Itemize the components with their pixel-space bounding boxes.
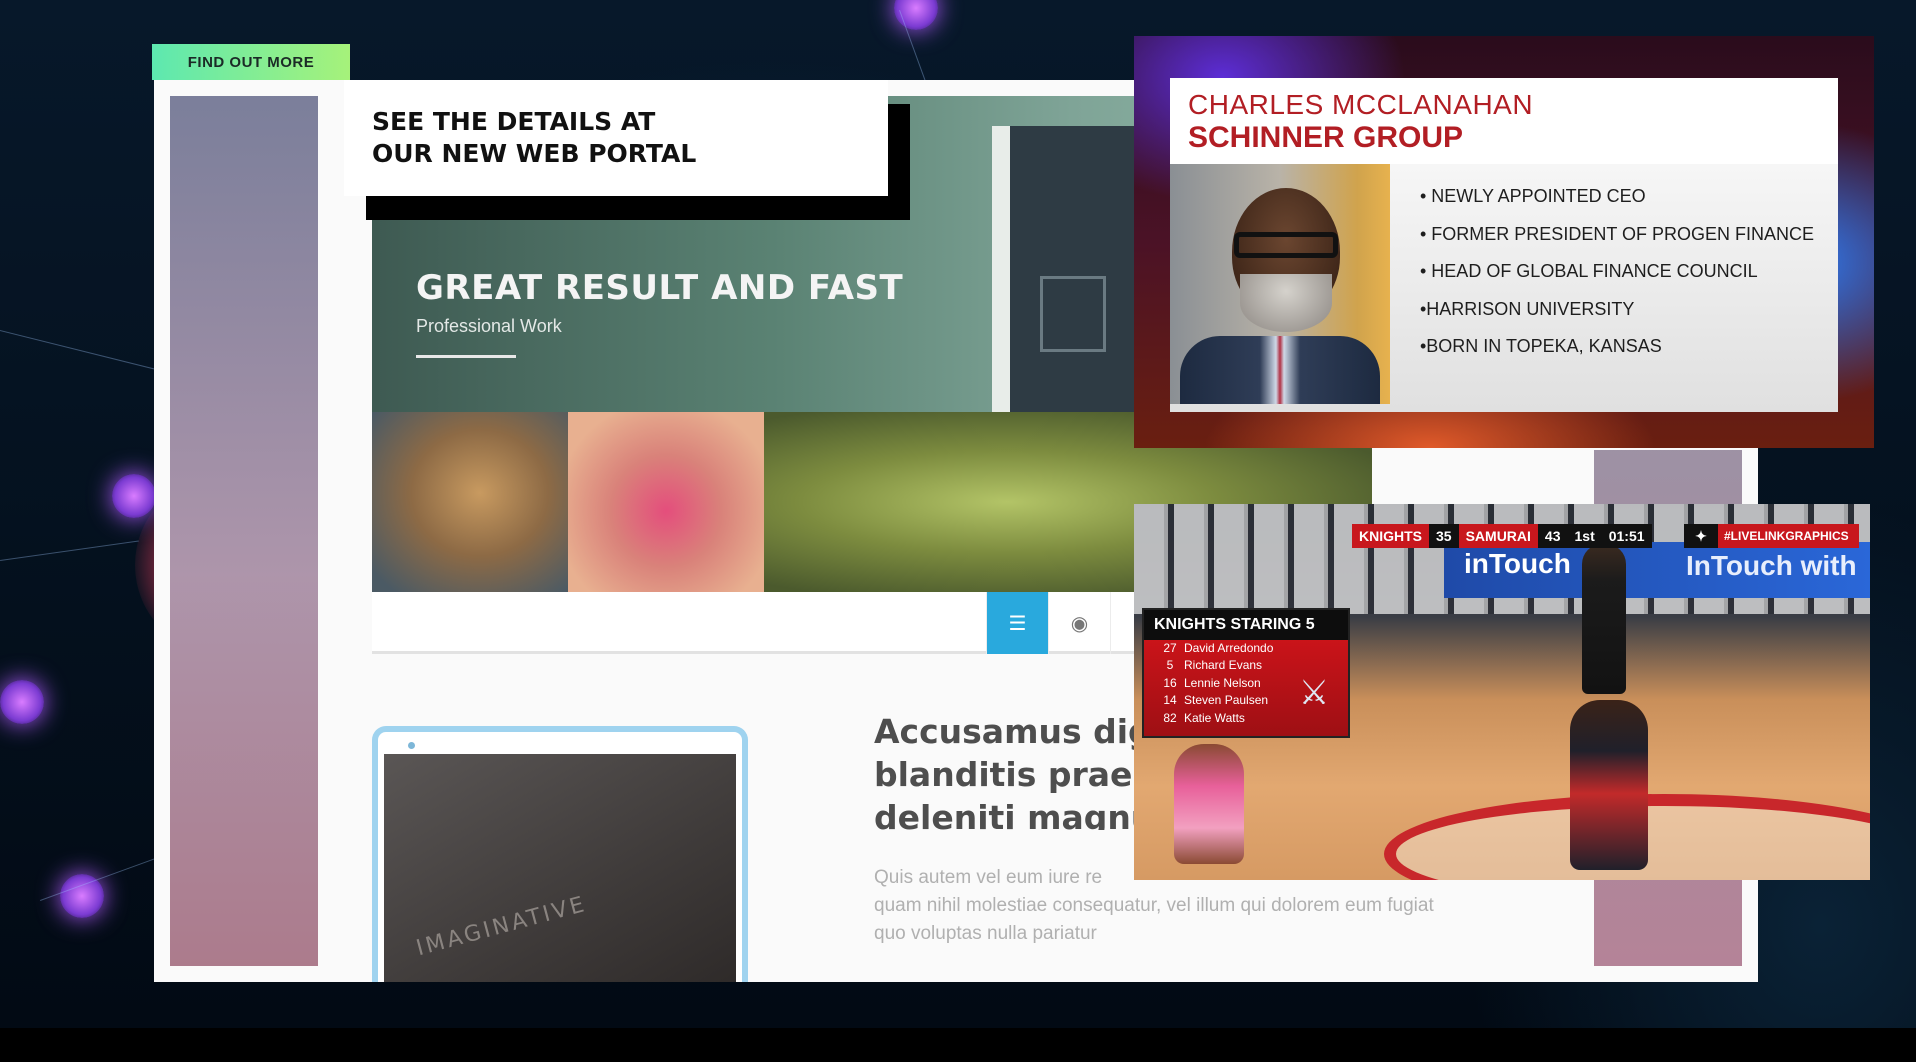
callout-line-1: SEE THE DETAILS AT	[372, 107, 656, 136]
roster-number: 5	[1166, 658, 1174, 673]
roster-number: 14	[1163, 693, 1177, 708]
laptop-screen-text: IMAGINATIVE	[413, 891, 590, 962]
player-pink-figure	[1174, 744, 1244, 864]
hero-door-image	[992, 126, 1152, 430]
network-line	[0, 540, 139, 561]
bottom-letterbox	[0, 1028, 1916, 1062]
hero-title: GREAT RESULT AND FAST	[416, 268, 904, 308]
scorebug: KNIGHTS 35 SAMURAI 43 1st 01:51	[1352, 524, 1652, 548]
laptop-screen: IMAGINATIVE	[384, 754, 736, 982]
hero-divider	[416, 355, 516, 358]
portal-left-stripe	[170, 96, 318, 966]
bio-bullet: • NEWLY APPOINTED CEO	[1420, 186, 1646, 206]
bio-bullet: • FORMER PRESIDENT OF PROGEN FINANCE	[1420, 223, 1815, 244]
bio-bullet: •BORN IN TOPEKA, KANSAS	[1420, 336, 1662, 356]
knights-logo-icon: ⚔	[1298, 674, 1330, 712]
score-period: 1st	[1567, 524, 1602, 548]
thumbnail-dog[interactable]	[372, 412, 568, 592]
roster-player-name: Steven Paulsen	[1184, 693, 1269, 708]
bio-bullet: • HEAD OF GLOBAL FINANCE COUNCIL	[1420, 261, 1758, 281]
thumbnail-cupcake[interactable]	[568, 412, 764, 592]
network-node-icon	[60, 874, 104, 918]
score-team-1: KNIGHTS	[1359, 528, 1422, 544]
hero-subtitle: Professional Work	[416, 316, 562, 336]
score-clock: 01:51	[1601, 524, 1652, 548]
portrait-glasses	[1234, 232, 1338, 258]
laptop-camera	[408, 742, 415, 749]
portrait-beard	[1240, 274, 1332, 332]
person-portrait	[1170, 164, 1390, 404]
roster-number: 82	[1163, 710, 1177, 725]
network-node-icon	[112, 474, 156, 518]
roster-player-name: Lennie Nelson	[1184, 675, 1261, 690]
hashtag-text: #LIVELINKGRAPHICS	[1724, 529, 1849, 543]
callout-line-2: OUR NEW WEB PORTAL	[372, 139, 697, 168]
roster-player-name: David Arredondo	[1184, 641, 1274, 655]
referee-figure	[1582, 544, 1626, 694]
hashtag-bug: ✦ #LIVELINKGRAPHICS	[1684, 524, 1859, 548]
bio-bullet: •HARRISON UNIVERSITY	[1420, 298, 1635, 319]
lower-third-header: CHARLES MCCLANAHAN SCHINNER GROUP	[1170, 78, 1838, 164]
roster-title: KNIGHTS STARING 5	[1144, 610, 1348, 640]
starting-five-panel: KNIGHTS STARING 5 27 David Arredondo 5 R…	[1142, 608, 1350, 738]
portrait-suit	[1180, 336, 1380, 404]
eye-icon[interactable]: ◉	[1048, 592, 1110, 654]
basketball-broadcast: inTouch InTouch with KNIGHTS 35 SAMURAI …	[1134, 504, 1870, 880]
network-node-icon	[0, 680, 44, 724]
portal-callout: SEE THE DETAILS AT OUR NEW WEB PORTAL	[344, 80, 888, 196]
roster-number: 27	[1163, 641, 1177, 655]
roster-player-name: Richard Evans	[1184, 658, 1263, 673]
player-dribbling-figure	[1570, 700, 1648, 870]
sliders-icon[interactable]: ☰	[986, 592, 1048, 654]
twitter-bird-icon: ✦	[1684, 524, 1718, 548]
roster-player-name: Katie Watts	[1184, 710, 1245, 725]
bio-bullet-list: • NEWLY APPOINTED CEO • FORMER PRESIDENT…	[1420, 178, 1814, 366]
person-organization: SCHINNER GROUP	[1188, 121, 1464, 154]
score-value-2: 43	[1537, 524, 1568, 548]
roster-row: 27 David Arredondo	[1144, 640, 1348, 657]
ad-board-text-1: inTouch	[1464, 548, 1571, 579]
person-name: CHARLES MCCLANAHAN	[1188, 89, 1534, 120]
score-value-1: 35	[1429, 524, 1459, 548]
lower-third-body: • NEWLY APPOINTED CEO • FORMER PRESIDENT…	[1170, 164, 1838, 412]
laptop-mockup: IMAGINATIVE	[372, 726, 748, 982]
roster-number: 16	[1163, 675, 1177, 690]
score-team-2: SAMURAI	[1465, 528, 1531, 544]
find-out-more-button[interactable]: FIND OUT MORE	[152, 44, 350, 80]
ad-board-text-2: InTouch with	[1686, 550, 1857, 581]
lower-third-card: CHARLES MCCLANAHAN SCHINNER GROUP • NEWL…	[1170, 78, 1838, 412]
